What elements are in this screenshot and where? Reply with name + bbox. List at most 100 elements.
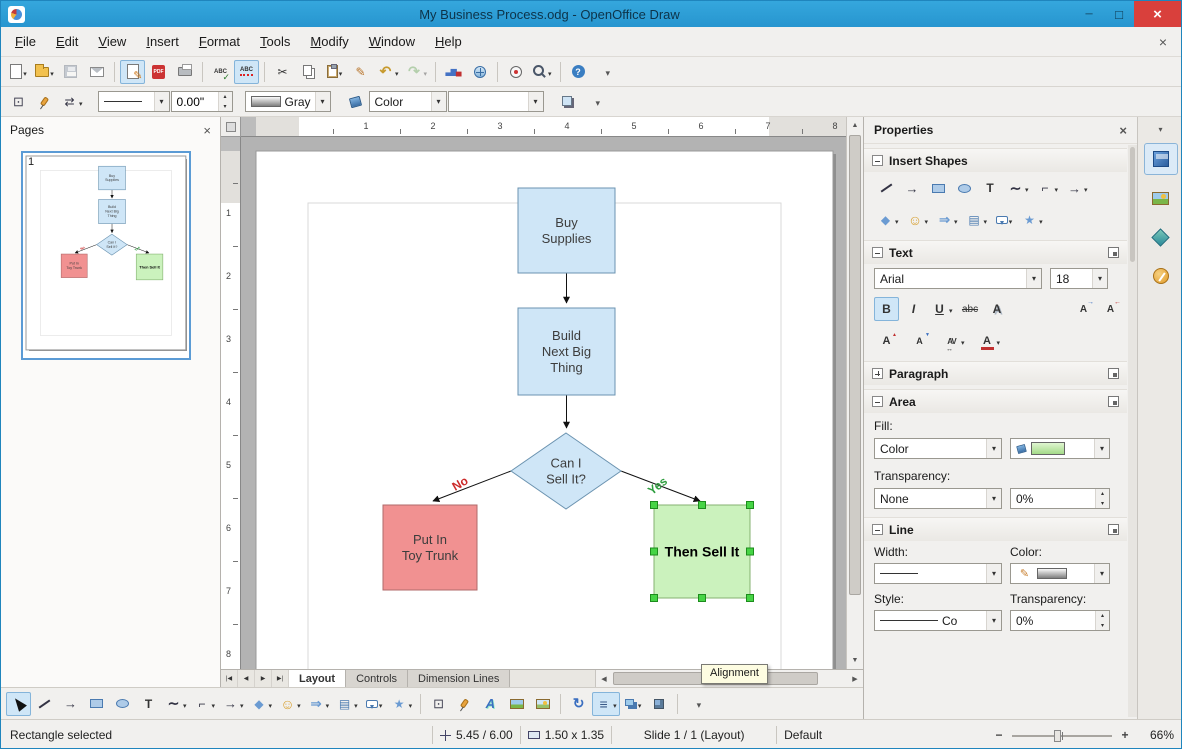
- line-color-select[interactable]: [1010, 563, 1110, 584]
- underline-button[interactable]: U: [928, 297, 956, 321]
- scroll-left-icon[interactable]: ◀: [596, 670, 612, 687]
- spinner-arrows-icon[interactable]: [217, 92, 232, 111]
- stars-button[interactable]: [388, 692, 416, 716]
- line-button[interactable]: [32, 692, 57, 716]
- maximize-button[interactable]: [1104, 1, 1134, 27]
- close-button[interactable]: [1134, 1, 1181, 27]
- spellcheck-button[interactable]: [208, 60, 233, 84]
- font-color-button[interactable]: [976, 329, 1004, 353]
- menu-item-file[interactable]: File: [5, 29, 46, 54]
- fill-color-select[interactable]: [1010, 438, 1110, 459]
- line-style-select[interactable]: [97, 91, 170, 112]
- rectangle-button[interactable]: [926, 176, 950, 200]
- new-document-button[interactable]: [6, 60, 31, 84]
- character-spacing-button[interactable]: [940, 329, 968, 353]
- strikethrough-button[interactable]: abc: [958, 297, 983, 321]
- menu-item-modify[interactable]: Modify: [300, 29, 358, 54]
- fill-style-select[interactable]: Color: [368, 91, 447, 112]
- zoom-in-button[interactable]: +: [1118, 728, 1132, 742]
- menu-item-view[interactable]: View: [88, 29, 136, 54]
- next-page-button[interactable]: ▶: [255, 670, 272, 687]
- flowcharts-button[interactable]: [963, 208, 991, 232]
- lines-and-arrows-button[interactable]: [1063, 176, 1091, 200]
- selection-handle[interactable]: [746, 501, 754, 509]
- scroll-down-icon[interactable]: ▼: [847, 653, 863, 668]
- edit-points-button[interactable]: [6, 90, 31, 114]
- callouts-button[interactable]: [992, 208, 1016, 232]
- lines-and-arrows-button[interactable]: [219, 692, 247, 716]
- collapse-section-icon[interactable]: [872, 396, 883, 407]
- navigator-button[interactable]: [503, 60, 528, 84]
- first-page-button[interactable]: |◀: [221, 670, 238, 687]
- text-button[interactable]: T: [978, 176, 1002, 200]
- scroll-right-icon[interactable]: ▶: [847, 670, 863, 687]
- increase-spacing-button[interactable]: [1071, 297, 1096, 321]
- shadow-button[interactable]: [556, 90, 581, 114]
- tab-controls[interactable]: Controls: [346, 670, 409, 687]
- selection-handle[interactable]: [650, 594, 658, 602]
- minimize-button[interactable]: [1074, 1, 1104, 27]
- transparency-type-select[interactable]: None: [874, 488, 1002, 509]
- edit-file-button[interactable]: [120, 59, 145, 84]
- hyperlink-button[interactable]: [467, 60, 492, 84]
- shape-build-next-big-thing[interactable]: BuildNext BigThing: [517, 307, 616, 396]
- fontwork-button[interactable]: [478, 692, 503, 716]
- redo-button[interactable]: [403, 60, 431, 84]
- menu-item-edit[interactable]: Edit: [46, 29, 88, 54]
- cut-button[interactable]: [270, 60, 295, 84]
- paragraph-section-header[interactable]: Paragraph: [864, 361, 1127, 385]
- glue-points-button[interactable]: [32, 90, 57, 114]
- arrow-style-button[interactable]: [58, 90, 86, 114]
- vertical-ruler[interactable]: 1 2 3 4 5 6 7 8: [221, 137, 241, 669]
- sidebar-settings-icon[interactable]: [1158, 125, 1162, 134]
- properties-scrollbar[interactable]: [1128, 145, 1137, 717]
- toolbar-more-icon[interactable]: [596, 93, 601, 111]
- page-thumbnail[interactable]: 1 Buy Supplies Build Next Big Thing Can I Sell…: [21, 151, 191, 360]
- line-section-header[interactable]: Line: [864, 517, 1127, 541]
- curve-button[interactable]: [162, 692, 190, 716]
- zoom-slider[interactable]: [1012, 729, 1112, 742]
- close-pages-panel-icon[interactable]: [203, 123, 211, 138]
- stars-button[interactable]: [1018, 208, 1046, 232]
- selection-handle[interactable]: [650, 547, 658, 556]
- drawing-viewport[interactable]: Buy Supplies Build Next Big Thing Can I Sell I…: [241, 137, 846, 669]
- select-button[interactable]: [6, 691, 31, 716]
- collapse-section-icon[interactable]: [872, 247, 883, 258]
- sidebar-tab-properties[interactable]: [1143, 143, 1178, 175]
- tab-dimension-lines[interactable]: Dimension Lines: [408, 670, 511, 687]
- block-arrows-button[interactable]: [933, 208, 961, 232]
- selection-handle[interactable]: [746, 594, 754, 602]
- connector-button[interactable]: [1034, 176, 1062, 200]
- alignment-button[interactable]: [592, 691, 620, 716]
- paste-button[interactable]: [322, 60, 347, 84]
- sidebar-tab-gallery[interactable]: [1144, 182, 1178, 214]
- zoom-button[interactable]: [529, 60, 555, 84]
- tab-layout[interactable]: Layout: [289, 670, 347, 687]
- close-document-icon[interactable]: [1159, 34, 1167, 50]
- italic-button[interactable]: I: [901, 297, 926, 321]
- paragraph-dialog-launcher-icon[interactable]: [1108, 368, 1119, 379]
- decrease-font-size-button[interactable]: [907, 329, 932, 353]
- basic-shapes-button[interactable]: [874, 208, 902, 232]
- collapse-section-icon[interactable]: [872, 524, 883, 535]
- insert-shapes-section-header[interactable]: Insert Shapes: [864, 148, 1127, 172]
- callouts-button[interactable]: [362, 692, 387, 716]
- basic-shapes-button[interactable]: [248, 692, 276, 716]
- sidebar-tab-navigator[interactable]: [1144, 260, 1178, 292]
- arrange-button[interactable]: [621, 692, 646, 716]
- shadow-button[interactable]: A: [985, 297, 1010, 321]
- menu-item-tools[interactable]: Tools: [250, 29, 300, 54]
- fill-color-select[interactable]: [447, 91, 544, 112]
- selection-handle[interactable]: [698, 501, 706, 509]
- document-as-email-button[interactable]: [84, 60, 109, 84]
- shape-then-sell-it[interactable]: Then Sell It: [653, 504, 751, 599]
- scroll-up-icon[interactable]: ▲: [847, 118, 863, 133]
- open-button[interactable]: [32, 60, 57, 84]
- line-style-select[interactable]: Co: [874, 610, 1002, 631]
- line-button[interactable]: [874, 176, 898, 200]
- rotate-button[interactable]: [566, 692, 591, 716]
- vertical-scroll-thumb[interactable]: [849, 135, 861, 595]
- undo-button[interactable]: [374, 60, 402, 84]
- autospellcheck-button[interactable]: [234, 59, 259, 84]
- menu-item-format[interactable]: Format: [189, 29, 250, 54]
